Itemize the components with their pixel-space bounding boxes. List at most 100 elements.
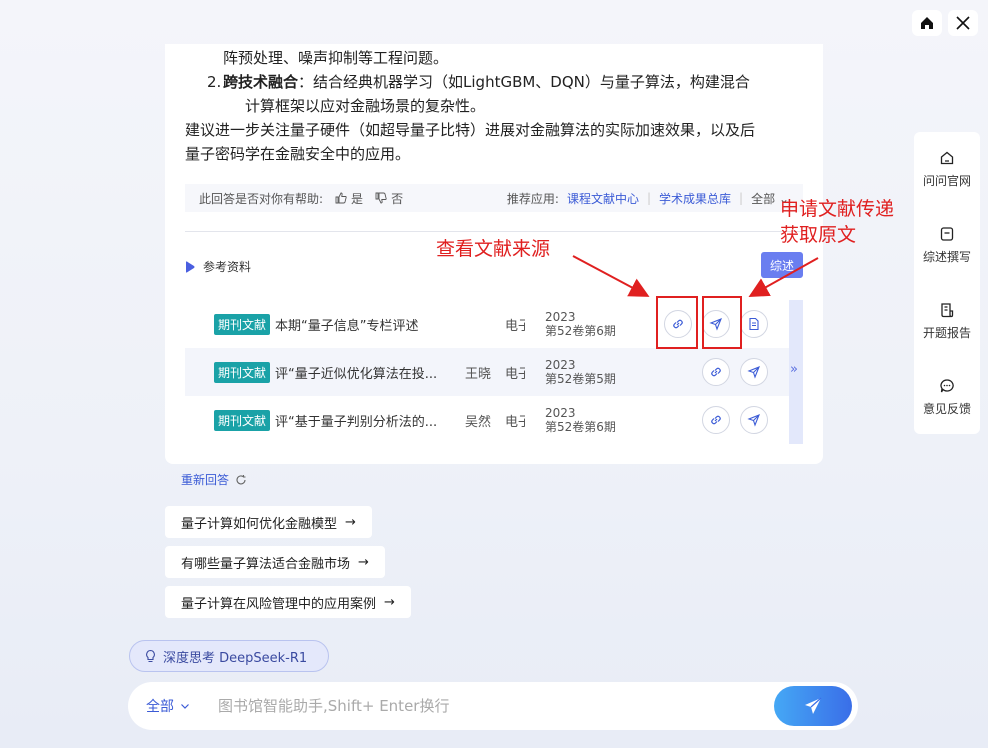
issue: 第52卷第6期 (545, 324, 616, 338)
recommend-apps: 推荐应用: 课程文献中心 | 学术成果总库 | 全部 ⌄ (507, 190, 789, 207)
sidebar-item-label: 开题报告 (922, 326, 971, 340)
home-button[interactable] (912, 10, 942, 36)
references-title: 参考资料 (203, 260, 252, 274)
summary-button[interactable]: 综述 (761, 252, 803, 278)
year: 2023 (545, 406, 576, 420)
all-apps-label: 全部 (751, 191, 776, 206)
list-bold: 跨技术融合 (223, 73, 299, 91)
right-sidebar: 问问官网 综述撰写 开题报告 意见反馈 (914, 132, 980, 434)
suggestion-text: 有哪些量子算法适合金融市场 (181, 556, 351, 572)
suggestion-chip[interactable]: 量子计算如何优化金融模型 → (165, 506, 372, 538)
thumbs-up-icon (335, 192, 347, 204)
reference-title[interactable]: 本期“量子信息”专栏评述 (275, 315, 455, 334)
sidebar-item-review[interactable]: 综述撰写 (914, 226, 980, 265)
arrow-right-icon: → (358, 554, 369, 570)
row-actions (702, 406, 768, 434)
document-icon (749, 317, 759, 331)
feedback-bar: 此回答是否对你有帮助: 是 否 推荐应用: 课程文献中心 | 学术成果总库 | … (185, 184, 803, 212)
regenerate-label: 重新回答 (181, 473, 230, 487)
source-link-button[interactable] (702, 406, 730, 434)
annotation-source: 查看文献来源 (436, 238, 551, 260)
reference-title[interactable]: 评“量子近似优化算法在投... (275, 363, 455, 382)
sidebar-item-proposal[interactable]: 开题报告 (914, 302, 980, 341)
annotation-request-line1: 申请文献传递 (780, 198, 895, 220)
app-link-academic[interactable]: 学术成果总库 (659, 190, 731, 207)
reference-author: 王晓 (465, 366, 492, 382)
yes-label: 是 (351, 191, 364, 206)
annotation-request-line2: 获取原文 (780, 224, 857, 246)
deep-think-label: 深度思考 DeepSeek-R1 (163, 650, 308, 666)
link-icon (711, 367, 721, 377)
year: 2023 (545, 310, 576, 324)
type-tag: 期刊文献 (214, 409, 271, 431)
refresh-icon (236, 474, 246, 484)
sidebar-item-feedback[interactable]: 意见反馈 (914, 378, 980, 417)
feedback-question: 此回答是否对你有帮助: (199, 191, 324, 206)
list-body: ：结合经典机器学习（如LightGBM、DQN）与量子算法，构建混合 (298, 73, 750, 91)
close-icon (956, 16, 970, 30)
answer-list-item: 2. 跨技术融合：结合经典机器学习（如LightGBM、DQN）与量子算法，构建… (185, 70, 805, 118)
document-button[interactable] (740, 310, 768, 338)
list-text: 跨技术融合：结合经典机器学习（如LightGBM、DQN）与量子算法，构建混合 (207, 70, 805, 94)
separator: | (739, 191, 744, 205)
arrow-right-icon: → (384, 594, 395, 610)
list-number: 2. (207, 73, 222, 91)
scope-label: 全部 (146, 699, 174, 715)
issue: 第52卷第5期 (545, 372, 616, 386)
sidebar-item-label: 综述撰写 (922, 250, 971, 264)
recommend-label: 推荐应用: (506, 191, 559, 206)
reference-source: 电子 (505, 318, 526, 334)
issue: 第52卷第6期 (545, 420, 616, 434)
close-button[interactable] (948, 10, 978, 36)
scope-dropdown[interactable]: 全部 (146, 696, 218, 716)
suggestion-chip[interactable]: 有哪些量子算法适合金融市场 → (165, 546, 385, 578)
link-icon (711, 415, 721, 425)
double-chevron-right-icon: » (790, 362, 798, 377)
suggestion-text: 量子计算在风险管理中的应用案例 (181, 596, 377, 612)
send-icon (747, 366, 760, 379)
request-delivery-button[interactable] (740, 406, 768, 434)
scroll-right-button[interactable]: » (789, 300, 803, 444)
separator: | (646, 191, 652, 205)
suggestion-text: 量子计算如何优化金融模型 (181, 516, 338, 532)
home-outline-icon (940, 151, 954, 165)
table-row: 期刊文献 本期“量子信息”专栏评述 电子 2023 第52卷第6期 (185, 300, 789, 348)
chat-bubble-icon (940, 379, 954, 393)
source-link-button[interactable] (702, 358, 730, 386)
play-icon (186, 260, 195, 273)
annotation-request: 申请文献传递 获取原文 (780, 196, 894, 248)
reference-title[interactable]: 评“基于量子判别分析法的... (275, 411, 455, 430)
table-row: 期刊文献 评“量子近似优化算法在投... 王晓 电子 2023 第52卷第5期 (185, 348, 789, 396)
deep-think-toggle[interactable]: 深度思考 DeepSeek-R1 (129, 640, 329, 672)
request-delivery-button[interactable] (740, 358, 768, 386)
suggestion-chip[interactable]: 量子计算在风险管理中的应用案例 → (165, 586, 411, 618)
thumbs-down-icon (375, 192, 387, 204)
answer-text: 阵预处理、噪声抑制等工程问题。 2. 跨技术融合：结合经典机器学习（如Light… (185, 46, 805, 166)
home-icon (921, 17, 933, 29)
chat-input-bar: 全部 (128, 682, 858, 730)
table-row: 期刊文献 评“基于量子判别分析法的... 吴然 电子 2023 第52卷第6期 (185, 396, 789, 444)
reference-date: 2023 第52卷第5期 (545, 358, 635, 386)
thumbs-down-button[interactable]: 否 (375, 190, 403, 207)
list-text-cont: 计算框架以应对金融场景的复杂性。 (245, 97, 486, 115)
chat-input[interactable] (218, 697, 758, 715)
references-table: 期刊文献 本期“量子信息”专栏评述 电子 2023 第52卷第6期 期刊文献 评“… (185, 300, 789, 444)
regenerate-button[interactable]: 重新回答 (181, 471, 247, 488)
reference-source: 电子 (505, 414, 526, 430)
report-icon (941, 303, 954, 318)
sidebar-item-label: 意见反馈 (922, 402, 971, 416)
lightbulb-icon (146, 649, 155, 663)
reference-date: 2023 第52卷第6期 (545, 310, 635, 338)
window-controls (912, 10, 978, 36)
send-button[interactable] (774, 686, 852, 726)
send-icon (747, 414, 760, 427)
chevron-down-icon (181, 704, 189, 709)
paper-plane-icon (805, 697, 822, 714)
sidebar-item-website[interactable]: 问问官网 (914, 150, 980, 189)
thumbs-up-button[interactable]: 是 (335, 190, 363, 207)
answer-line: 阵预处理、噪声抑制等工程问题。 (223, 49, 449, 67)
reference-author: 吴然 (465, 414, 492, 430)
references-header: 参考资料 (185, 258, 251, 275)
app-link-course[interactable]: 课程文献中心 (567, 190, 639, 207)
arrow-right-icon: → (345, 514, 356, 530)
